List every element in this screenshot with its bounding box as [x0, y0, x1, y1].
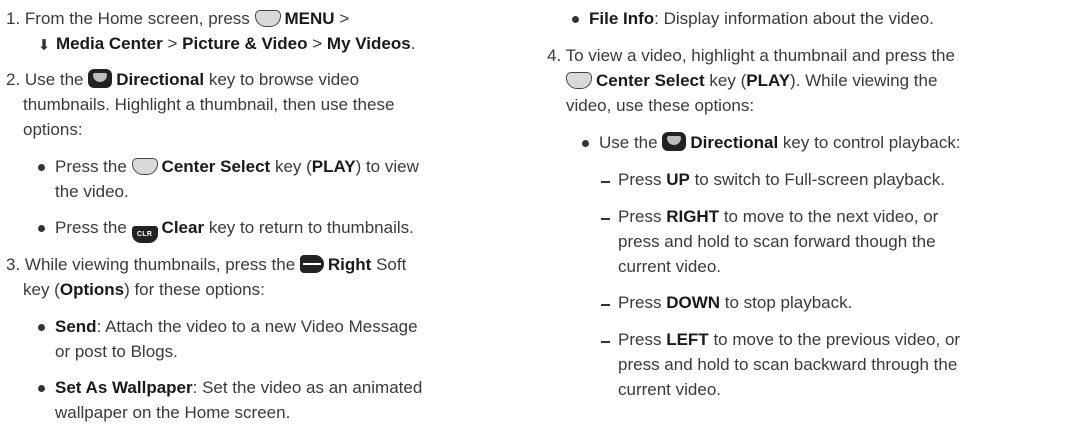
bullet-icon [38, 324, 45, 331]
bullet-icon [572, 16, 579, 23]
step-3-line-1: 3. While viewing thumbnails, press the R… [6, 255, 407, 274]
media-center-icon: ⬇︎ [37, 37, 51, 54]
dash-down-line: Press DOWN to stop playback. [618, 293, 853, 312]
bullet-send-line-2: or post to Blogs. [55, 342, 178, 361]
step-number: 1. [6, 9, 21, 28]
directional-key-icon [662, 132, 687, 151]
bullet-center-select-line-1: Press the Center Select key (PLAY) to vi… [55, 157, 419, 176]
menu-key-icon [254, 10, 281, 27]
dash-right-line-2: press and hold to scan forward though th… [618, 232, 936, 251]
step-3-line-2: key (Options) for these options: [23, 280, 265, 299]
step-4-line-3: video, use these options: [566, 96, 755, 115]
step-2-line-3: options: [23, 120, 83, 139]
step-4-line-2: Center Select key (PLAY). While viewing … [566, 69, 937, 93]
dash-icon [601, 181, 610, 183]
step-number: 4. [547, 46, 562, 65]
center-select-key-icon [131, 158, 158, 175]
dash-icon [601, 304, 610, 306]
bullet-center-select-line-2: the video. [55, 182, 129, 201]
dash-left-line-1: Press LEFT to move to the previous video… [618, 330, 961, 349]
bullet-icon [582, 140, 589, 147]
bullet-wallpaper-line-2: wallpaper on the Home screen. [55, 403, 291, 422]
bullet-send-line-1: Send: Attach the video to a new Video Me… [55, 317, 418, 336]
dash-icon [601, 218, 610, 220]
bullet-directional-line: Use the Directional key to control playb… [599, 132, 961, 152]
bullet-icon [38, 164, 45, 171]
dash-up-line: Press UP to switch to Full-screen playba… [618, 170, 945, 189]
dash-right-line-1: Press RIGHT to move to the next video, o… [618, 207, 939, 226]
bullet-icon [38, 225, 45, 232]
right-soft-key-icon [299, 255, 324, 273]
directional-key-icon [88, 69, 113, 88]
clear-key-icon: CLR [131, 226, 158, 243]
step-1-line-1: 1. From the Home screen, press MENU > [6, 9, 350, 28]
dash-left-line-2: press and hold to scan backward through … [618, 355, 958, 374]
step-number: 3. [6, 255, 21, 274]
bullet-wallpaper-line-1: Set As Wallpaper: Set the video as an an… [55, 378, 423, 397]
step-number: 2. [6, 70, 21, 89]
bullet-icon [38, 385, 45, 392]
step-4-line-1: 4. To view a video, highlight a thumbnai… [547, 46, 955, 65]
step-2-line-1: 2. Use the Directional key to browse vid… [6, 69, 360, 89]
dash-left-line-3: current video. [618, 380, 721, 399]
dash-icon [601, 341, 610, 343]
step-2-line-2: thumbnails. Highlight a thumbnail, then … [23, 95, 395, 114]
dash-right-line-3: current video. [618, 257, 721, 276]
bullet-file-info-line: File Info: Display information about the… [589, 9, 934, 28]
center-select-key-icon [566, 72, 592, 89]
bullet-clear-line: Press the CLR Clear key to return to thum… [55, 216, 414, 243]
step-1-line-2: ⬇︎ Media Center > Picture & Video > My Vi… [36, 32, 416, 58]
